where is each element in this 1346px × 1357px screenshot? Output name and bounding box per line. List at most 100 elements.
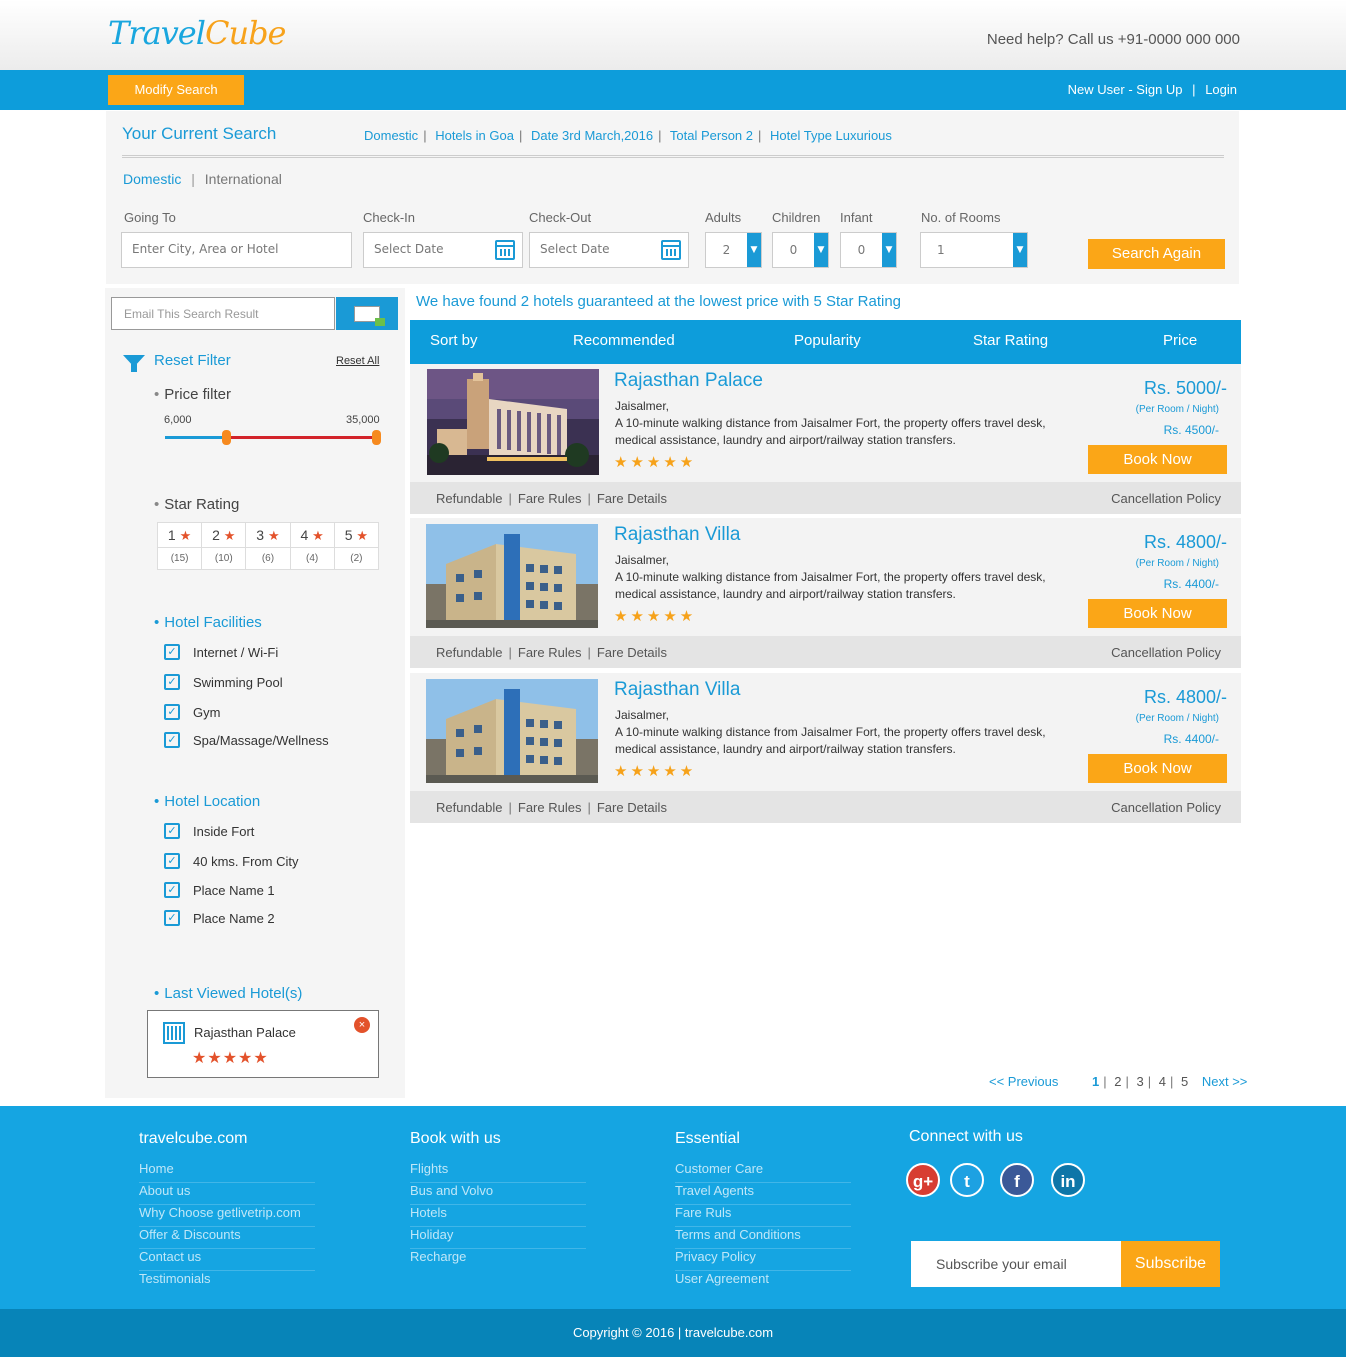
footer-link[interactable]: About us <box>139 1183 315 1205</box>
footer-link[interactable]: User Agreement <box>675 1271 851 1293</box>
star-count: (15) <box>156 547 203 570</box>
previous-page-link[interactable]: << Previous <box>989 1074 1058 1089</box>
fare-rules-link[interactable]: Fare Rules <box>518 491 582 506</box>
check-out-input[interactable]: Select Date <box>529 232 689 268</box>
last-viewed-hotel-name[interactable]: Rajasthan Palace <box>194 1025 296 1040</box>
footer-link[interactable]: Flights <box>410 1161 586 1183</box>
hotel-stars: ★★★★★ <box>614 763 697 780</box>
infant-select[interactable]: 0 ▼ <box>840 232 897 268</box>
page-link[interactable]: 5 <box>1181 1074 1188 1089</box>
footer-link[interactable]: Terms and Conditions <box>675 1227 851 1249</box>
close-icon[interactable]: × <box>354 1017 370 1033</box>
star-filter-1[interactable]: 1 ★ <box>156 522 203 548</box>
modify-search-button[interactable]: Modify Search <box>108 75 244 105</box>
refundable-link[interactable]: Refundable <box>436 645 503 660</box>
tab-domestic[interactable]: Domestic <box>123 171 181 187</box>
hotel-photo[interactable] <box>427 369 599 475</box>
calendar-icon[interactable] <box>495 240 515 260</box>
subscribe-button[interactable]: Subscribe <box>1121 1241 1220 1287</box>
page-link[interactable]: 4 <box>1159 1074 1166 1089</box>
footer-link[interactable]: Bus and Volvo <box>410 1183 586 1205</box>
signup-link[interactable]: New User - Sign Up <box>1068 82 1183 97</box>
rooms-select[interactable]: 1 ▼ <box>920 232 1028 268</box>
facility-checkbox[interactable]: ✓ <box>164 732 180 748</box>
footer-link[interactable]: Hotels <box>410 1205 586 1227</box>
footer-link[interactable]: Why Choose getlivetrip.com <box>139 1205 315 1227</box>
location-checkbox[interactable]: ✓ <box>164 823 180 839</box>
sort-star-rating[interactable]: Star Rating <box>973 332 1048 349</box>
cancellation-policy-link[interactable]: Cancellation Policy <box>1111 800 1221 815</box>
facebook-icon[interactable]: f <box>1000 1163 1034 1197</box>
sort-popularity[interactable]: Popularity <box>794 332 861 349</box>
check-in-input[interactable]: Select Date <box>363 232 523 268</box>
fare-rules-link[interactable]: Fare Rules <box>518 800 582 815</box>
facility-checkbox[interactable]: ✓ <box>164 644 180 660</box>
refundable-link[interactable]: Refundable <box>436 491 503 506</box>
cancellation-policy-link[interactable]: Cancellation Policy <box>1111 645 1221 660</box>
location-checkbox[interactable]: ✓ <box>164 853 180 869</box>
search-again-button[interactable]: Search Again <box>1088 239 1225 269</box>
adults-select[interactable]: 2 ▼ <box>705 232 762 268</box>
star-filter-4[interactable]: 4 ★ <box>289 522 335 548</box>
footer-link[interactable]: Recharge <box>410 1249 586 1271</box>
twitter-icon[interactable]: t <box>950 1163 984 1197</box>
book-now-button[interactable]: Book Now <box>1088 754 1227 783</box>
fare-details-link[interactable]: Fare Details <box>597 491 667 506</box>
summary-item: Hotels in Goa <box>435 128 514 143</box>
page-link[interactable]: 3 <box>1137 1074 1144 1089</box>
footer-link[interactable]: Travel Agents <box>675 1183 851 1205</box>
star-filter-2[interactable]: 2 ★ <box>201 522 247 548</box>
reset-all-link[interactable]: Reset All <box>336 355 379 367</box>
sort-price[interactable]: Price <box>1163 332 1197 349</box>
logo[interactable]: TravelCube <box>108 14 286 52</box>
book-now-button[interactable]: Book Now <box>1088 599 1227 628</box>
calendar-icon[interactable] <box>661 240 681 260</box>
going-to-input[interactable]: Enter City, Area or Hotel <box>121 232 352 268</box>
page-link[interactable]: 1 <box>1092 1074 1099 1089</box>
login-link[interactable]: Login <box>1205 82 1237 97</box>
separator: | <box>587 491 591 506</box>
google-plus-icon[interactable]: g+ <box>906 1163 940 1197</box>
email-search-input[interactable]: Email This Search Result <box>111 297 335 330</box>
footer-link[interactable]: Testimonials <box>139 1271 315 1293</box>
tab-international[interactable]: International <box>205 171 282 187</box>
children-select[interactable]: 0 ▼ <box>772 232 829 268</box>
footer-link[interactable]: Holiday <box>410 1227 586 1249</box>
facility-checkbox[interactable]: ✓ <box>164 704 180 720</box>
star-filter-5[interactable]: 5 ★ <box>333 522 380 548</box>
location-checkbox[interactable]: ✓ <box>164 910 180 926</box>
hotel-photo[interactable] <box>426 679 598 783</box>
price-min-handle[interactable] <box>222 430 231 445</box>
cancellation-policy-link[interactable]: Cancellation Policy <box>1111 491 1221 506</box>
next-page-link[interactable]: Next >> <box>1202 1074 1248 1089</box>
footer-link[interactable]: Customer Care <box>675 1161 851 1183</box>
star-filter-3[interactable]: 3 ★ <box>245 522 291 548</box>
hotel-photo[interactable] <box>426 524 598 628</box>
subscribe-email-input[interactable]: Subscribe your email <box>911 1241 1122 1287</box>
page-link[interactable]: 2 <box>1114 1074 1121 1089</box>
fare-details-link[interactable]: Fare Details <box>597 645 667 660</box>
sort-recommended[interactable]: Recommended <box>573 332 675 349</box>
hotel-name[interactable]: Rajasthan Palace <box>614 370 763 392</box>
hotel-price: Rs. 5000/- <box>1143 378 1227 398</box>
location-label: Place Name 2 <box>193 911 275 926</box>
footer-link[interactable]: Privacy Policy <box>675 1249 851 1271</box>
location-checkbox[interactable]: ✓ <box>164 882 180 898</box>
footer-link[interactable]: Contact us <box>139 1249 315 1271</box>
check-in-placeholder: Select Date <box>374 242 444 256</box>
price-unit: (Per Room / Night) <box>1135 713 1219 724</box>
footer-link[interactable]: Home <box>139 1161 315 1183</box>
fare-details-link[interactable]: Fare Details <box>597 800 667 815</box>
fare-rules-link[interactable]: Fare Rules <box>518 645 582 660</box>
footer-link[interactable]: Fare Ruls <box>675 1205 851 1227</box>
email-send-button[interactable] <box>336 297 398 330</box>
facility-checkbox[interactable]: ✓ <box>164 674 180 690</box>
user-links: New User - Sign Up | Login <box>1068 82 1237 97</box>
linkedin-icon[interactable]: in <box>1051 1163 1085 1197</box>
book-now-button[interactable]: Book Now <box>1088 445 1227 474</box>
hotel-name[interactable]: Rajasthan Villa <box>614 679 740 701</box>
refundable-link[interactable]: Refundable <box>436 800 503 815</box>
hotel-name[interactable]: Rajasthan Villa <box>614 524 740 546</box>
footer-link[interactable]: Offer & Discounts <box>139 1227 315 1249</box>
price-max-handle[interactable] <box>372 430 381 445</box>
